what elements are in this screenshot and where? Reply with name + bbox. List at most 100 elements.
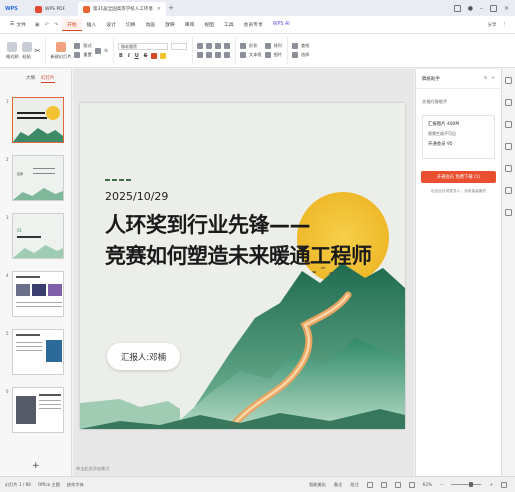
underline-button[interactable]: U: [134, 53, 140, 59]
picture-button[interactable]: 图片: [264, 52, 282, 58]
menu-item-transition[interactable]: 切换: [121, 19, 141, 31]
share-button[interactable]: 分享: [488, 22, 497, 28]
arrange-button[interactable]: 排列: [264, 43, 282, 49]
tab-slides[interactable]: 幻灯片: [41, 75, 55, 83]
menu-item-animation[interactable]: 动画: [141, 19, 161, 31]
theme-name[interactable]: Office 主题: [38, 482, 60, 488]
menu-item-review[interactable]: 审阅: [180, 19, 200, 31]
save-icon[interactable]: ▣: [35, 22, 40, 28]
menu-item-view[interactable]: 视图: [199, 19, 219, 31]
smart-beautify-button[interactable]: 智能美化: [309, 482, 326, 488]
document-tab-label: 第31届全国高等学校人工环境: [93, 7, 153, 12]
notes-toggle[interactable]: 备注: [334, 482, 342, 488]
reading-view-icon[interactable]: [394, 481, 401, 488]
play-icon[interactable]: [408, 481, 415, 488]
justify-icon[interactable]: [224, 52, 230, 58]
align-right-icon[interactable]: [215, 52, 221, 58]
slide-title-line-2[interactable]: 竞赛如何塑造未来暖通工程师: [105, 240, 372, 270]
fit-window-icon[interactable]: [501, 481, 507, 488]
normal-view-icon[interactable]: [366, 481, 373, 488]
slide-title-line-1[interactable]: 人环奖到行业先锋——: [105, 209, 311, 239]
template-icon[interactable]: [505, 121, 512, 128]
select-button[interactable]: 选择: [291, 52, 309, 58]
reset-button[interactable]: 重置: [74, 52, 92, 58]
zoom-slider-handle[interactable]: [469, 481, 474, 487]
close-tab-icon[interactable]: ×: [157, 6, 161, 12]
more-menu-icon[interactable]: ⋮: [503, 22, 508, 27]
highlight-icon[interactable]: [160, 52, 167, 59]
font-color-icon[interactable]: [151, 52, 158, 59]
maximize-icon[interactable]: [489, 4, 497, 12]
find-button[interactable]: 查找: [291, 43, 309, 49]
slide-thumbnail-3[interactable]: 3 01: [0, 213, 72, 265]
download-button[interactable]: 开通会员 免费下载 (1): [421, 171, 496, 183]
format-painter-button[interactable]: 格式刷: [6, 41, 19, 60]
picture-label: 图片: [273, 52, 282, 57]
close-window-icon[interactable]: ×: [504, 5, 509, 12]
italic-button[interactable]: I: [127, 53, 131, 59]
new-tab-button[interactable]: +: [166, 4, 176, 12]
sorter-view-icon[interactable]: [380, 481, 387, 488]
pdf-tab[interactable]: WPS PDF: [30, 2, 78, 16]
new-slide-button[interactable]: 新建幻灯片: [50, 41, 71, 60]
bullet-list-icon[interactable]: [197, 43, 203, 49]
style-icon[interactable]: [505, 77, 512, 84]
bold-button[interactable]: B: [118, 53, 124, 59]
redo-icon[interactable]: ↷: [54, 22, 58, 28]
cut-button[interactable]: ✂: [35, 47, 41, 55]
file-menu[interactable]: ☰ 文件: [5, 19, 31, 31]
wps-home-tab[interactable]: WPS: [0, 2, 30, 16]
textbox-button[interactable]: 文本框: [240, 52, 262, 58]
menu-item-slideshow[interactable]: 放映: [160, 19, 180, 31]
picture-tool-icon[interactable]: [505, 143, 512, 150]
missing-font-button[interactable]: 缺失字体: [67, 482, 84, 488]
document-tab[interactable]: 第31届全国高等学校人工环境 ×: [78, 2, 166, 16]
slide-thumbnail-6[interactable]: 6: [0, 387, 72, 439]
menu-item-insert[interactable]: 插入: [82, 19, 102, 31]
tab-outline[interactable]: 大纲: [26, 75, 35, 83]
share-icon[interactable]: [505, 209, 512, 216]
translate-icon[interactable]: [505, 165, 512, 172]
notes-placeholder[interactable]: 单击此处添加备注: [76, 466, 110, 472]
undo-icon[interactable]: ↶: [45, 22, 49, 28]
slide-date[interactable]: 2025/10/29: [105, 190, 168, 203]
comment-toggle[interactable]: 批注: [350, 482, 358, 488]
font-size-input[interactable]: [171, 42, 187, 50]
align-left-icon[interactable]: [197, 52, 203, 58]
line-spacing-icon[interactable]: [224, 43, 230, 49]
shape-button[interactable]: 形状: [240, 43, 262, 49]
align-center-icon[interactable]: [206, 52, 212, 58]
layout-icon: [74, 43, 81, 49]
pin-icon[interactable]: ⊙: [483, 76, 487, 81]
menu-item-tools[interactable]: 工具: [219, 19, 239, 31]
paste-button[interactable]: 粘贴: [21, 41, 32, 60]
thumbnail-image: [12, 271, 64, 317]
settings-icon[interactable]: [505, 187, 512, 194]
slide-thumbnail-4[interactable]: 4: [0, 271, 72, 323]
add-slide-button[interactable]: +: [32, 461, 40, 471]
wps-ai-button[interactable]: WPS AI: [268, 19, 295, 31]
zoom-out-icon[interactable]: −: [440, 482, 444, 487]
presenter-label[interactable]: 汇报人:邓楠: [107, 343, 180, 370]
section-button[interactable]: 节: [94, 47, 108, 54]
slide-thumbnail-2[interactable]: 2 目录: [0, 155, 72, 207]
current-slide[interactable]: 2025/10/29 人环奖到行业先锋—— 竞赛如何塑造未来暖通工程师 汇报人:…: [80, 103, 405, 429]
title-bar: WPS WPS PDF 第31届全国高等学校人工环境 × + ● – ×: [0, 0, 515, 16]
layout-button[interactable]: 版式: [74, 43, 92, 49]
number-list-icon[interactable]: [206, 43, 212, 49]
close-panel-icon[interactable]: ×: [491, 76, 495, 81]
strikethrough-button[interactable]: S: [143, 53, 149, 59]
indent-icon[interactable]: [215, 43, 221, 49]
menu-item-design[interactable]: 设计: [101, 19, 121, 31]
zoom-slider[interactable]: [451, 481, 482, 487]
zoom-in-icon[interactable]: +: [489, 482, 493, 487]
menu-item-home[interactable]: 开始: [62, 18, 82, 31]
minimize-icon[interactable]: –: [480, 5, 483, 12]
slide-thumbnail-1[interactable]: 1: [0, 97, 72, 149]
slide-thumbnail-5[interactable]: 5: [0, 329, 72, 381]
window-layout-icon[interactable]: [453, 4, 461, 12]
avatar[interactable]: ●: [468, 5, 473, 12]
menu-item-member[interactable]: 会员专享: [239, 19, 268, 31]
animation-icon[interactable]: [505, 99, 512, 106]
font-name-input[interactable]: 微软雅黑: [118, 42, 168, 50]
